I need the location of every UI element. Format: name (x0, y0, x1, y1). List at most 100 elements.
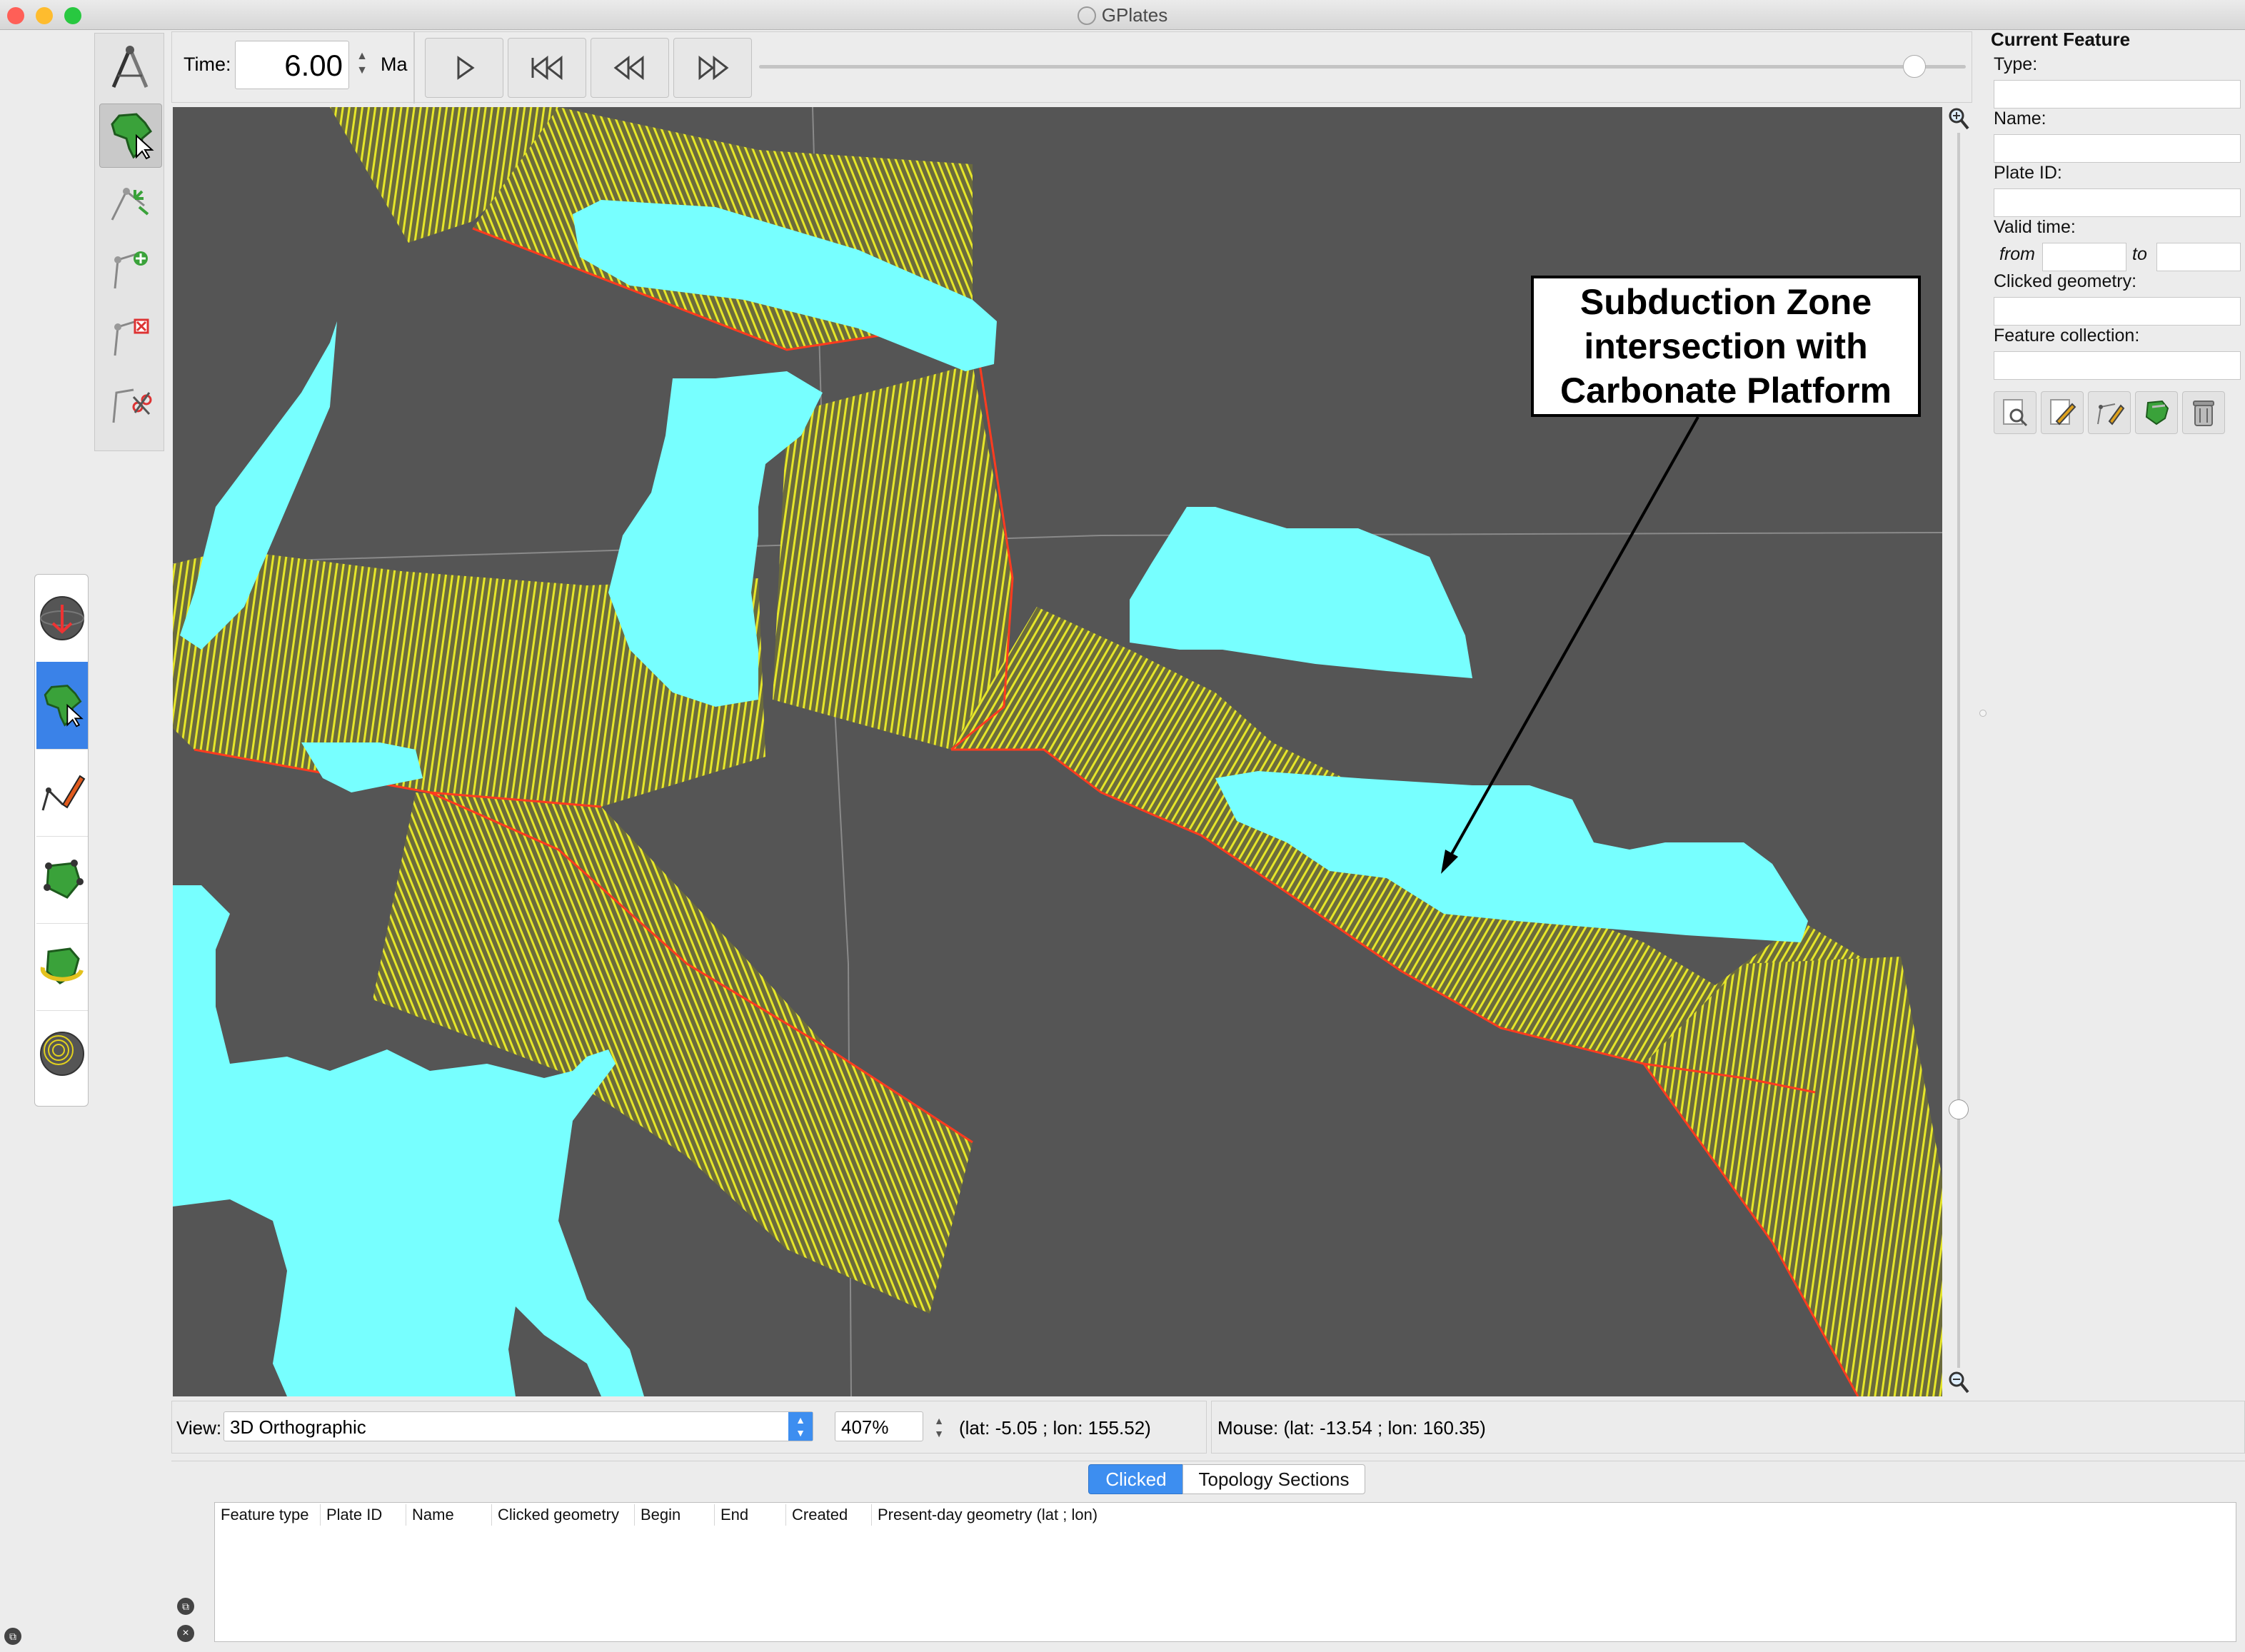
projection-select[interactable]: 3D Orthographic ▲ ▼ (224, 1411, 813, 1441)
skip-to-start-icon (531, 55, 563, 81)
zoom-in-icon[interactable] (1948, 107, 1969, 133)
africa-cursor-icon (44, 685, 84, 727)
time-spin-buttons[interactable]: ▲ ▼ (355, 49, 369, 81)
float-panel-icon[interactable]: ⧉ (177, 1598, 194, 1615)
topology-icon (44, 860, 84, 899)
mouse-coordinates-bar: Mouse: (lat: -13.54 ; lon: 160.35) (1211, 1401, 2245, 1454)
clicked-features-table[interactable]: Feature type Plate ID Name Clicked geome… (214, 1502, 2236, 1642)
plate-id-label: Plate ID: (1994, 163, 2062, 183)
magnifier-page-icon (2003, 399, 2028, 427)
zoom-percent-input[interactable]: 407% (835, 1411, 923, 1441)
small-circle-workflow-button[interactable] (36, 1010, 88, 1097)
canvas-tools-toolbar (94, 33, 164, 451)
spin-down-icon: ▼ (356, 64, 368, 76)
animation-time-bar: Time: 6.00 ▲ ▼ Ma (171, 31, 1972, 104)
feature-collection-label: Feature collection: (1994, 326, 2140, 346)
projection-value: 3D Orthographic (230, 1416, 366, 1438)
tab-topology-sections[interactable]: Topology Sections (1182, 1464, 1365, 1494)
compass-icon (111, 46, 149, 88)
play-button[interactable] (425, 38, 503, 98)
plate-id-field[interactable] (1994, 188, 2241, 217)
pencil-polyline-icon (41, 775, 86, 811)
edit-feature-button[interactable] (2041, 391, 2084, 434)
window-title: GPlates (1101, 4, 1168, 26)
spin-up-icon: ▲ (934, 1415, 944, 1426)
tab-clicked[interactable]: Clicked (1088, 1464, 1184, 1494)
zoom-slider-track[interactable] (1957, 133, 1960, 1368)
delete-feature-button[interactable] (2182, 391, 2225, 434)
time-input[interactable]: 6.00 (235, 41, 349, 89)
zoom-spin-buttons[interactable]: ▲ ▼ (932, 1414, 946, 1443)
valid-time-from-label: from (1999, 244, 2035, 264)
camera-coordinates: (lat: -5.05 ; lon: 155.52) (959, 1417, 1151, 1439)
query-feature-button[interactable] (1994, 391, 2036, 434)
africa-cursor-icon (111, 113, 154, 160)
delete-vertex-tool-button[interactable] (99, 305, 161, 368)
feature-inspection-workflow-button[interactable] (36, 662, 88, 750)
type-field[interactable] (1994, 80, 2241, 109)
clone-geometry-button[interactable] (2088, 391, 2131, 434)
delete-vertex-icon (114, 318, 149, 356)
annotation-line-2: intersection with (1584, 326, 1868, 366)
step-backward-button[interactable] (591, 38, 669, 98)
zoom-slider (1948, 107, 1969, 1396)
globe-rotate-icon (40, 596, 84, 640)
column-header-feature-type[interactable]: Feature type (215, 1504, 321, 1526)
column-header-end[interactable]: End (715, 1504, 786, 1526)
column-header-present-day-geometry[interactable]: Present-day geometry (lat ; lon) (872, 1504, 2236, 1526)
current-feature-panel: Current Feature Type: Name: Plate ID: Va… (1979, 29, 2245, 1421)
annotation-callout: Subduction Zone intersection with Carbon… (1531, 276, 1921, 417)
clicked-geometry-field[interactable] (1994, 297, 2241, 326)
current-feature-heading: Current Feature (1991, 29, 2131, 50)
view-bar: View: 3D Orthographic ▲ ▼ 407% ▲ ▼ (lat: -… (171, 1401, 1207, 1454)
annotation-line-3: Carbonate Platform (1560, 371, 1892, 411)
valid-time-to-field[interactable] (2156, 243, 2241, 271)
valid-time-from-field[interactable] (2042, 243, 2126, 271)
click-geometry-tool-button[interactable] (99, 104, 162, 168)
panel-splitter-handle[interactable] (1979, 710, 1987, 717)
time-slider-track[interactable] (759, 65, 1966, 69)
geometry-edit-icon (2097, 403, 2125, 425)
time-label: Time: (184, 54, 231, 75)
move-vertex-icon (111, 188, 149, 221)
close-panel-icon[interactable]: × (177, 1625, 194, 1642)
name-field[interactable] (1994, 134, 2241, 163)
trash-icon (2193, 401, 2214, 426)
view-label: View: (176, 1417, 222, 1439)
time-slider-handle[interactable] (1903, 55, 1926, 78)
reset-to-start-button[interactable] (508, 38, 586, 98)
play-icon (457, 56, 475, 80)
column-header-created[interactable]: Created (786, 1504, 872, 1526)
fast-forward-icon (698, 55, 729, 81)
name-label: Name: (1994, 109, 2046, 129)
view-workflow-button[interactable] (36, 575, 88, 663)
move-vertex-tool-button[interactable] (99, 171, 161, 233)
step-forward-button[interactable] (673, 38, 752, 98)
insert-vertex-tool-button[interactable] (99, 238, 161, 301)
globe-canvas[interactable]: Subduction Zone intersection with Carbon… (173, 107, 1942, 1396)
spin-down-icon: ▼ (934, 1428, 944, 1439)
title-bar: GPlates (0, 0, 2245, 30)
column-header-begin[interactable]: Begin (635, 1504, 715, 1526)
pole-manipulation-workflow-button[interactable] (36, 923, 88, 1011)
zoom-slider-handle[interactable] (1949, 1099, 1969, 1119)
column-header-name[interactable]: Name (406, 1504, 492, 1526)
time-unit-label: Ma (381, 54, 408, 75)
spin-up-icon: ▲ (356, 50, 368, 62)
feature-collection-field[interactable] (1994, 351, 2241, 380)
valid-time-label: Valid time: (1994, 217, 2076, 237)
insert-vertex-icon (114, 251, 148, 289)
mouse-coordinates: Mouse: (lat: -13.54 ; lon: 160.35) (1217, 1417, 1486, 1439)
type-label: Type: (1994, 54, 2038, 74)
digitisation-workflow-button[interactable] (36, 749, 88, 837)
clone-feature-button[interactable] (2135, 391, 2178, 434)
column-header-clicked-geometry[interactable]: Clicked geometry (492, 1504, 635, 1526)
topology-workflow-button[interactable] (36, 836, 88, 924)
rotate-plate-icon (40, 947, 84, 984)
float-toolbar-icon[interactable]: ⧉ (4, 1628, 21, 1645)
column-header-plate-id[interactable]: Plate ID (321, 1504, 406, 1526)
split-feature-tool-button[interactable] (99, 372, 161, 435)
measure-distance-tool-button[interactable] (99, 36, 161, 99)
zoom-out-icon[interactable] (1948, 1371, 1969, 1396)
globe-circles-icon (40, 1032, 84, 1076)
